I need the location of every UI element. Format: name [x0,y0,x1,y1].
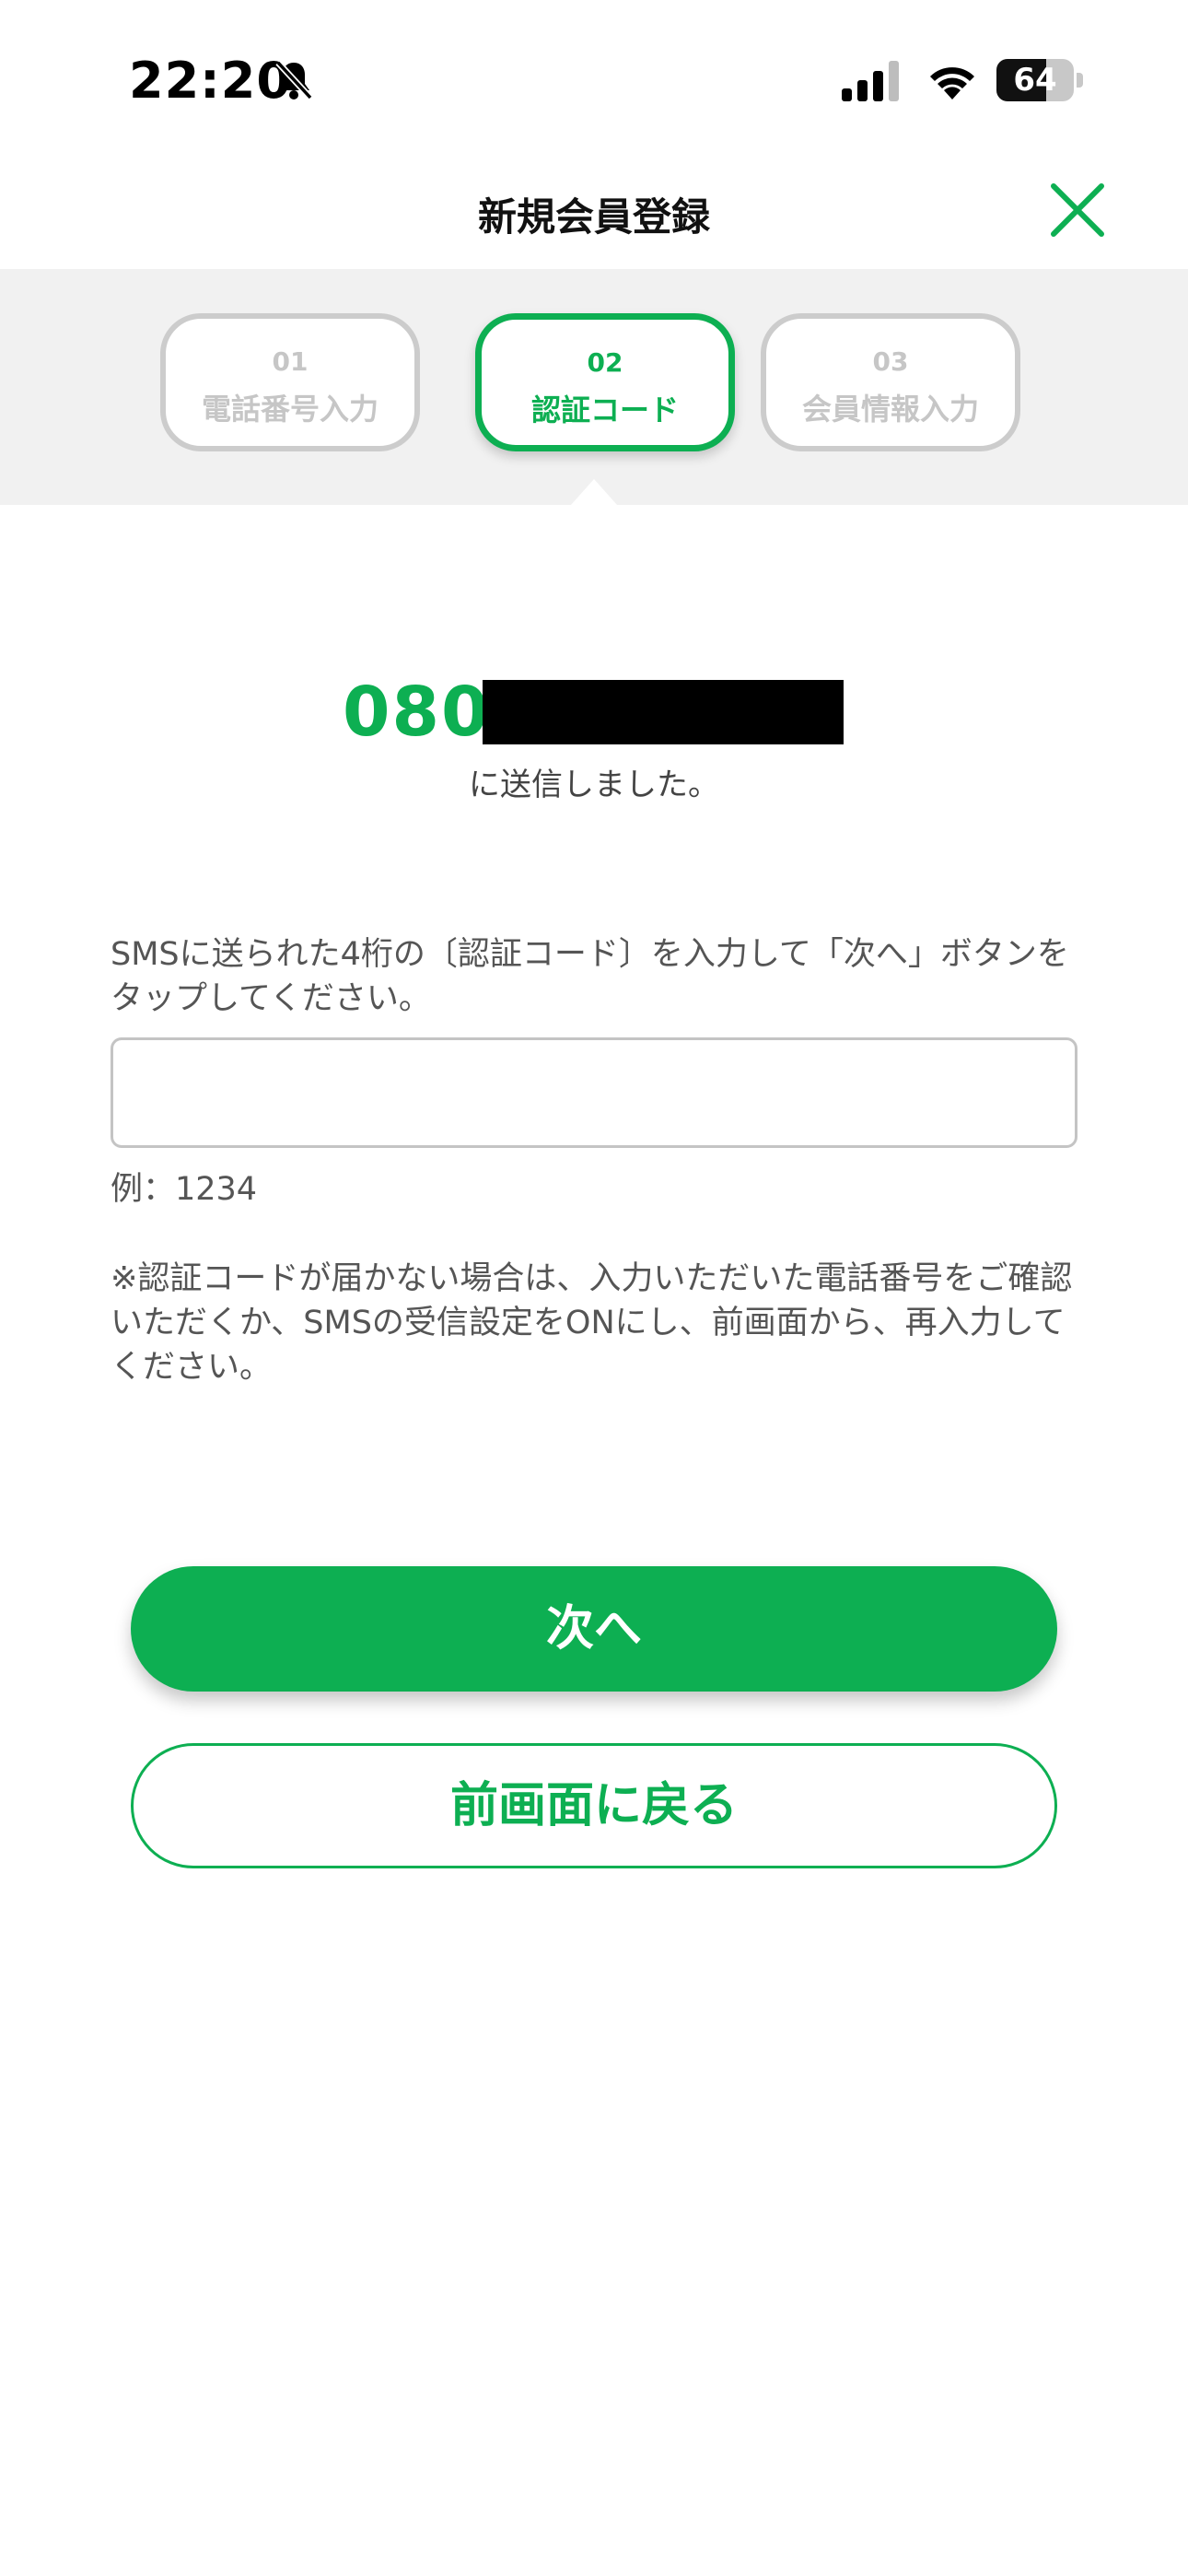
page-title: 新規会員登録 [477,194,710,240]
step-member-info: 03 会員情報入力 [761,313,1020,451]
redacted-phone-digits [483,680,844,744]
step-verification-code: 02 認証コード [475,313,735,451]
phone-number: 080 [0,663,1188,755]
wifi-icon [930,67,974,100]
step-phone-input: 01 電話番号入力 [160,313,420,451]
verification-code-input[interactable] [111,1037,1077,1148]
step-pointer [571,479,617,505]
step-number: 03 [872,346,909,377]
input-example: 例：1234 [111,1171,258,1208]
header: 新規会員登録 [0,157,1188,269]
battery-icon: 64 [996,59,1083,101]
status-bar: 22:20 64 [0,0,1188,157]
bell-off-icon [275,60,313,100]
step-label: 認証コード [530,392,679,427]
step-label: 会員情報入力 [801,392,979,427]
step-number: 01 [272,346,309,377]
close-icon[interactable] [1039,171,1116,249]
status-time: 22:20 [129,52,292,110]
phone-prefix: 080 [343,673,491,752]
sent-message: に送信しました。 [469,767,719,803]
battery-level: 64 [1013,62,1057,99]
step-indicator: 01 電話番号入力 02 認証コード 03 会員情報入力 [0,269,1188,505]
instruction-text: SMSに送られた4桁の〔認証コード〕を入力して「次へ」ボタンをタップしてください… [111,936,1069,1017]
cellular-signal-icon [842,61,899,101]
back-button[interactable]: 前画面に戻る [131,1743,1057,1868]
help-note: ※認証コードが届かない場合は、入力いただいた電話番号をご確認いただくか、SMSの… [111,1260,1073,1386]
step-number: 02 [587,347,623,378]
step-label: 電話番号入力 [201,392,379,427]
next-button[interactable]: 次へ [131,1566,1057,1692]
